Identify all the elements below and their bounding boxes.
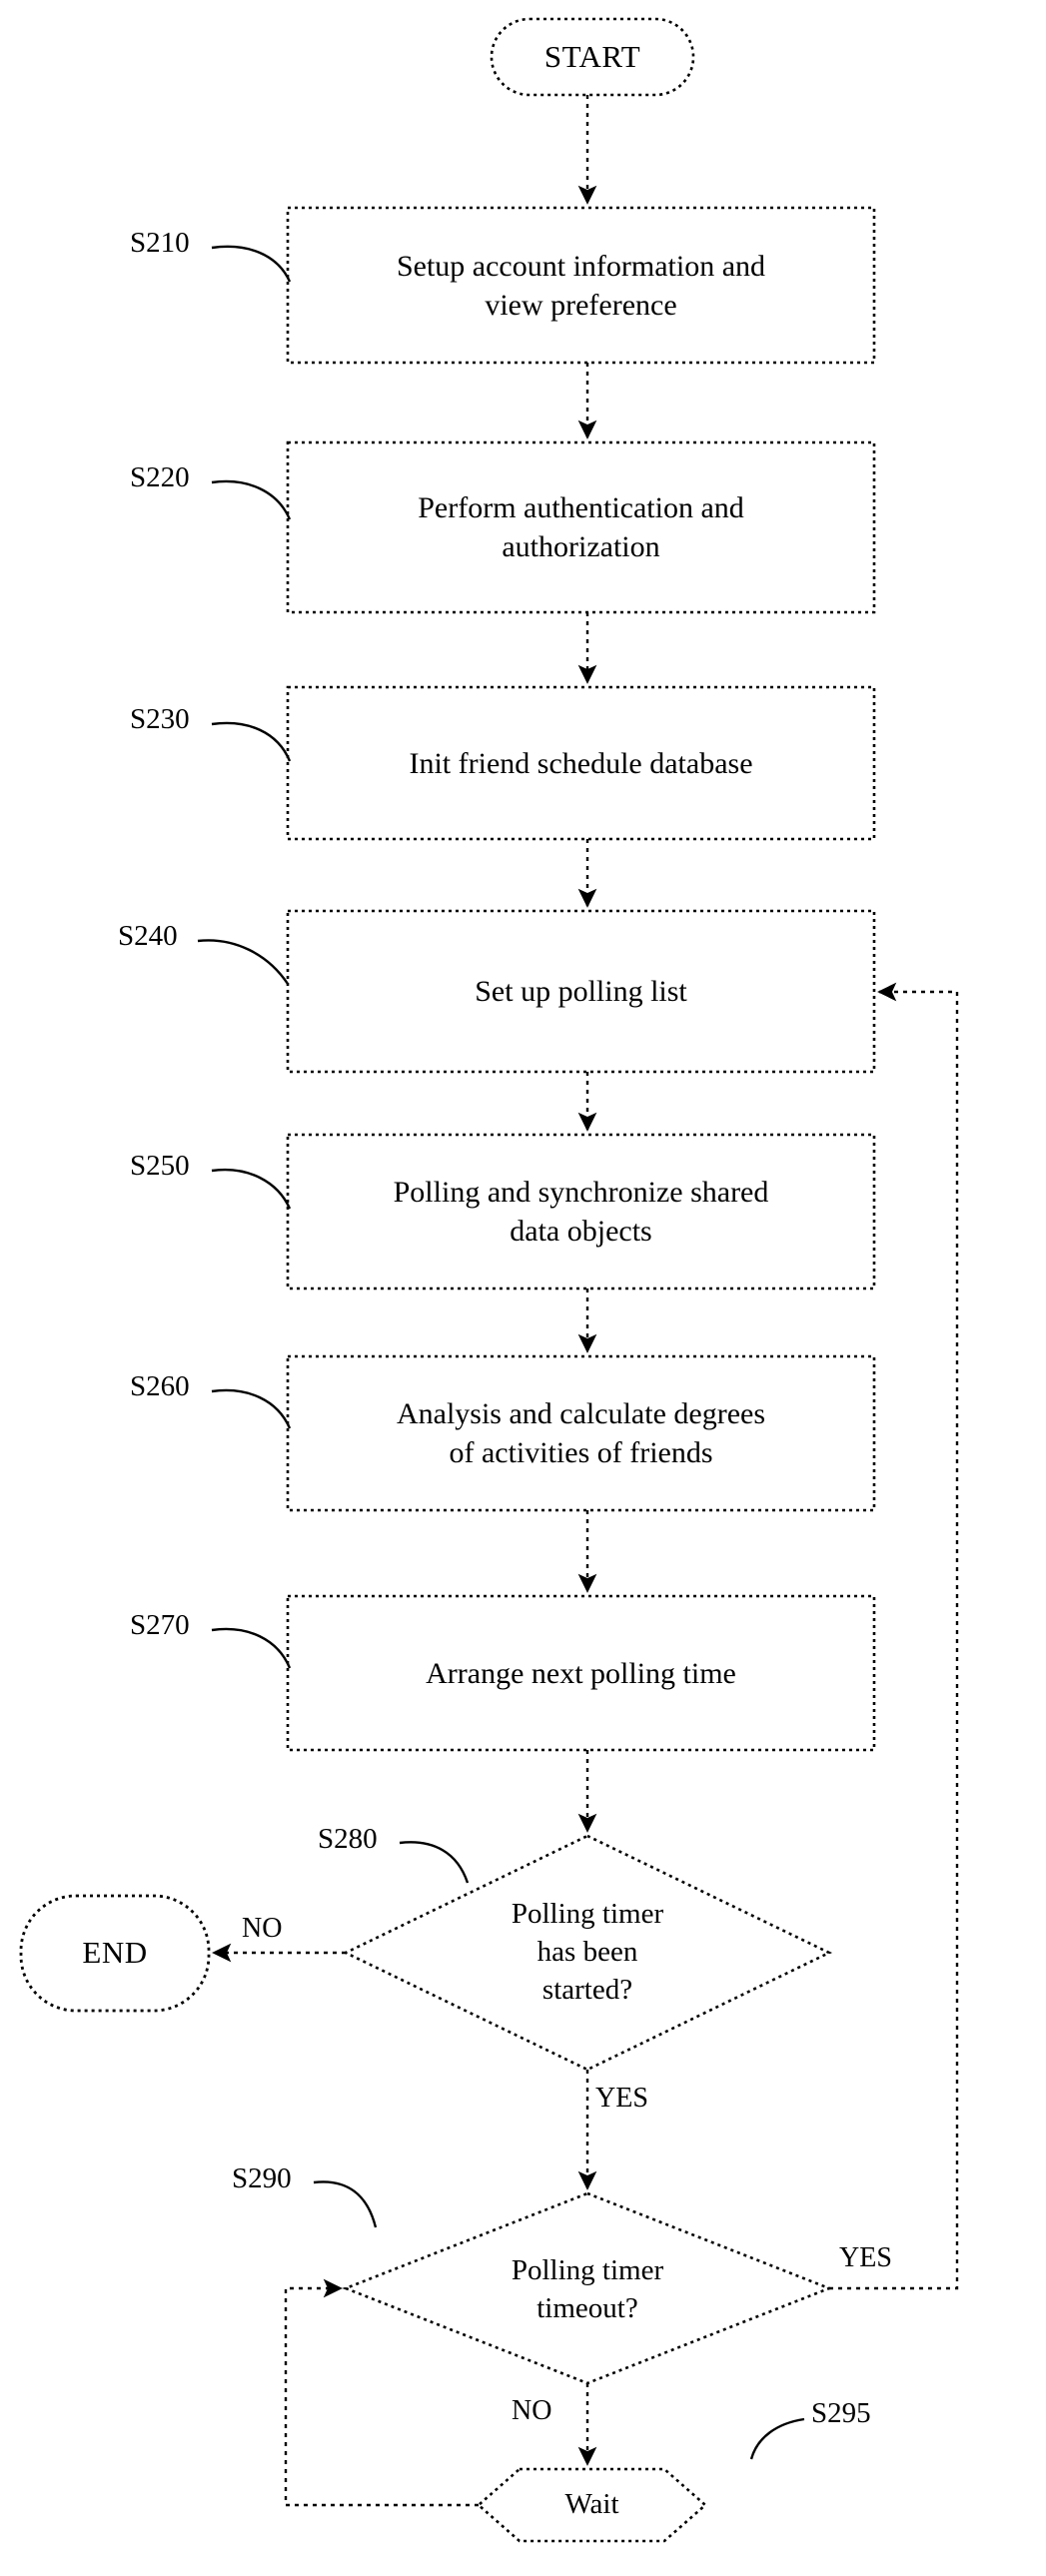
end-terminal-shape bbox=[19, 1894, 211, 2013]
ref-label-s260: S260 bbox=[130, 1370, 190, 1402]
process-box-s240-shape bbox=[286, 909, 876, 1074]
ref-label-s270: S270 bbox=[130, 1609, 190, 1641]
decision-diamond-s290-shape bbox=[342, 2191, 833, 2385]
ref-label-s290: S290 bbox=[232, 2162, 292, 2194]
ref-label-s250: S250 bbox=[130, 1150, 190, 1182]
leader-line-s280 bbox=[399, 1841, 470, 1884]
process-box-s260-shape bbox=[286, 1354, 876, 1512]
start-terminal-shape bbox=[490, 17, 695, 97]
leader-line-s250 bbox=[211, 1168, 292, 1210]
ref-label-s240: S240 bbox=[118, 920, 178, 952]
leader-line-s220 bbox=[211, 479, 292, 520]
process-box-s220-shape bbox=[286, 440, 876, 614]
edge-label-s290-no: NO bbox=[512, 2395, 552, 2426]
ref-label-s230: S230 bbox=[130, 703, 190, 735]
leader-line-s240 bbox=[197, 939, 289, 985]
leader-line-s270 bbox=[211, 1627, 292, 1669]
ref-label-s295: S295 bbox=[811, 2397, 871, 2429]
edge-label-s280-yes: YES bbox=[595, 2083, 648, 2114]
ref-label-s220: S220 bbox=[130, 461, 190, 493]
leader-line-s290 bbox=[313, 2180, 378, 2228]
wait-hexagon-s295-shape bbox=[477, 2467, 707, 2543]
process-box-s270-shape bbox=[286, 1594, 876, 1752]
decision-diamond-s280-shape bbox=[343, 1834, 832, 2072]
leader-line-s295 bbox=[749, 2417, 805, 2460]
ref-label-s280: S280 bbox=[318, 1823, 378, 1855]
flowchart-page: START Setup account information and view… bbox=[0, 0, 1046, 2576]
process-box-s250-shape bbox=[286, 1133, 876, 1290]
ref-label-s210: S210 bbox=[130, 227, 190, 259]
edge-label-s280-no: NO bbox=[242, 1913, 283, 1944]
leader-line-s260 bbox=[211, 1388, 292, 1429]
process-box-s230-shape bbox=[286, 685, 876, 841]
process-box-s210-shape bbox=[286, 206, 876, 365]
edge-label-s290-yes: YES bbox=[839, 2242, 892, 2273]
leader-line-s210 bbox=[211, 245, 292, 283]
leader-line-s230 bbox=[211, 721, 292, 762]
flowchart-canvas bbox=[19, 17, 959, 2543]
